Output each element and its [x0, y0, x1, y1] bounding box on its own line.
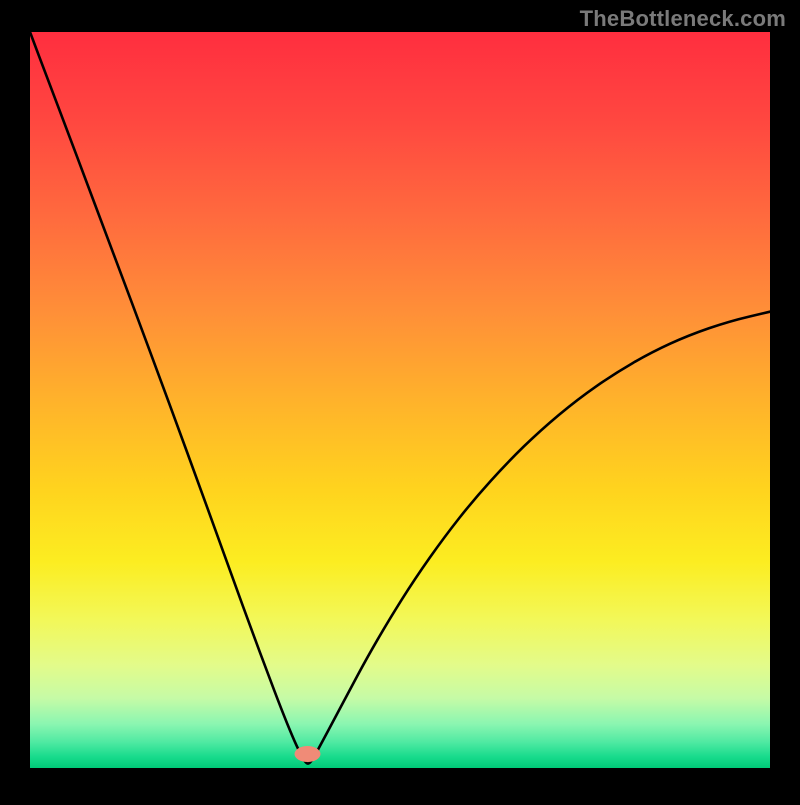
optimum-marker: [295, 746, 321, 762]
watermark-label: TheBottleneck.com: [580, 6, 786, 32]
bottleneck-chart: [0, 0, 800, 800]
plot-background: [30, 32, 770, 768]
chart-frame: TheBottleneck.com: [0, 0, 800, 800]
